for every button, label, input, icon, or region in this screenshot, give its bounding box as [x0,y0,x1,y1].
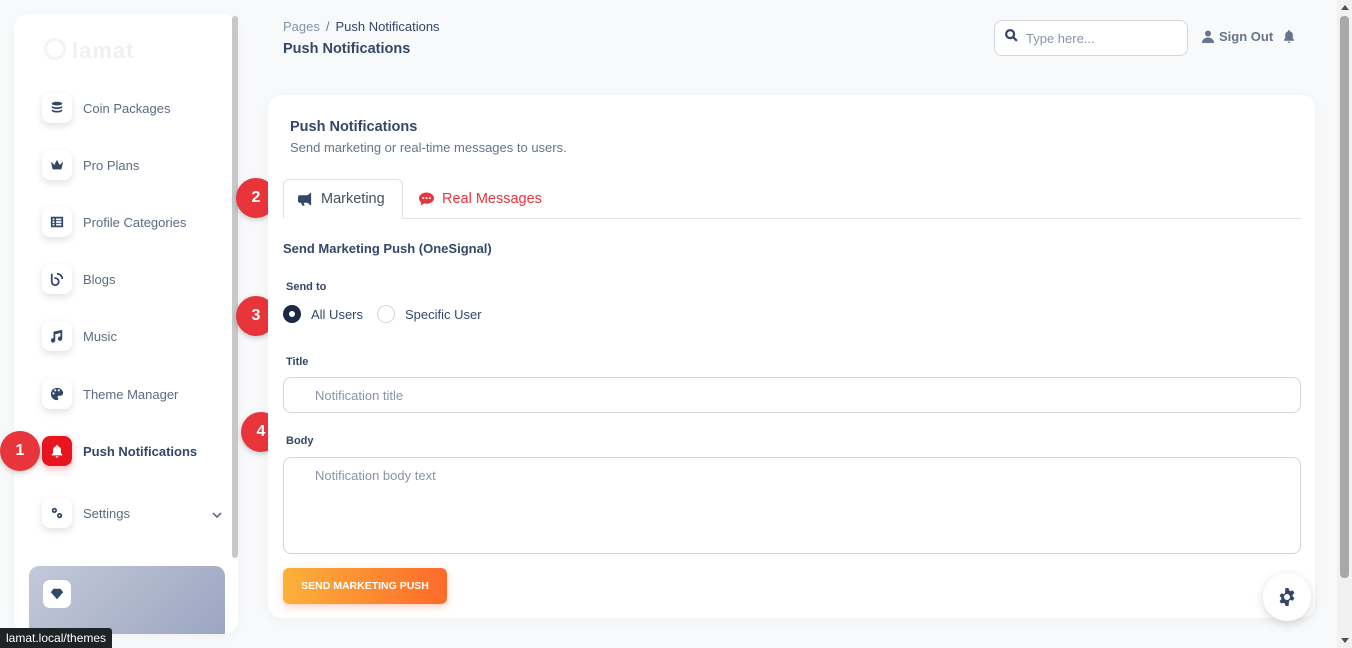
sidebar-item-settings[interactable]: Settings [42,497,222,529]
sidebar-item-label: Music [83,328,117,344]
sidebar-item-label: Push Notifications [83,443,198,459]
step-marker-1: 1 [0,431,40,471]
bell-icon [42,436,72,466]
section-title: Send Marketing Push (OneSignal) [283,241,492,256]
sidebar-item-music[interactable]: Music [42,320,222,352]
radio-label: Specific User [405,306,482,322]
body-field[interactable] [283,457,1301,554]
send-to-label: Send to [286,281,327,293]
music-icon [42,321,72,351]
sidebar-item-label: Blogs [83,271,116,287]
card-subtitle: Send marketing or real-time messages to … [290,140,567,155]
page-scrollbar[interactable] [1337,0,1352,648]
user-icon [1202,30,1214,43]
tab-marketing[interactable]: Marketing [283,179,403,219]
blog-icon [42,264,72,294]
search-icon [1004,28,1018,47]
page-title: Push Notifications [283,41,411,57]
list-icon [42,207,72,237]
logo-icon [44,38,66,60]
notifications-bell-icon[interactable] [1283,30,1295,49]
card-title: Push Notifications [290,119,418,135]
sidebar-item-blogs[interactable]: Blogs [42,263,222,295]
gear-icon [1279,588,1295,606]
sidebar-item-pro-plans[interactable]: Pro Plans [42,149,222,181]
gears-icon [42,498,72,528]
body-textarea[interactable] [284,458,1300,553]
sidebar-item-label: Coin Packages [83,100,171,116]
title-input[interactable] [284,378,1300,412]
sidebar-item-theme-manager[interactable]: Theme Manager [42,378,222,410]
sidebar-item-label: Pro Plans [83,157,140,173]
scrollbar-thumb[interactable] [1340,16,1349,578]
promo-card [29,566,225,634]
sign-out-label: Sign Out [1219,29,1274,44]
search-box[interactable] [994,20,1188,56]
coins-icon [42,93,72,123]
chevron-down-icon[interactable] [212,507,222,519]
title-label: Title [286,356,309,368]
config-fab-button[interactable] [1263,573,1311,621]
logo[interactable]: lamat [72,38,134,64]
sign-out-link[interactable]: Sign Out [1202,29,1273,44]
title-field[interactable] [283,377,1301,413]
link-status-bar: lamat.local/themes [0,628,113,648]
crown-icon [42,150,72,180]
radio-button[interactable] [283,305,301,323]
sidebar-item-coin-packages[interactable]: Coin Packages [42,92,222,124]
sidebar-scrollbar[interactable] [232,16,238,558]
sidebar-item-profile-categories[interactable]: Profile Categories [42,206,222,238]
tab-label: Real Messages [442,191,542,207]
sidebar-item-label: Profile Categories [83,214,187,230]
tab-label: Marketing [321,191,385,207]
diamond-icon [43,580,71,608]
radio-button[interactable] [377,305,395,323]
megaphone-icon [298,192,312,206]
sidebar-item-label: Settings [83,505,130,521]
scroll-down-arrow[interactable] [1341,638,1349,643]
search-input[interactable] [1026,30,1176,46]
push-notifications-card: Push Notifications Send marketing or rea… [268,95,1315,618]
send-marketing-push-button[interactable]: SEND MARKETING PUSH [283,568,447,604]
radio-label: All Users [311,306,364,322]
breadcrumb-current: Push Notifications [335,19,440,34]
breadcrumb: Pages / Push Notifications [283,19,440,34]
radio-specific-user[interactable]: Specific User [377,305,482,323]
comment-dots-icon [419,192,434,206]
sidebar: lamat Coin Packages Pro Plans Profile Ca… [14,14,238,634]
sidebar-item-label: Theme Manager [83,386,179,402]
scroll-up-arrow[interactable] [1341,5,1349,10]
radio-all-users[interactable]: All Users [283,305,363,323]
palette-icon [42,379,72,409]
tab-real-messages[interactable]: Real Messages [405,179,556,219]
breadcrumb-separator: / [325,19,330,34]
sidebar-item-push-notifications[interactable]: Push Notifications [42,435,222,467]
tab-bar: Marketing Real Messages [283,179,1301,219]
body-label: Body [286,435,314,447]
breadcrumb-root[interactable]: Pages [283,19,320,34]
